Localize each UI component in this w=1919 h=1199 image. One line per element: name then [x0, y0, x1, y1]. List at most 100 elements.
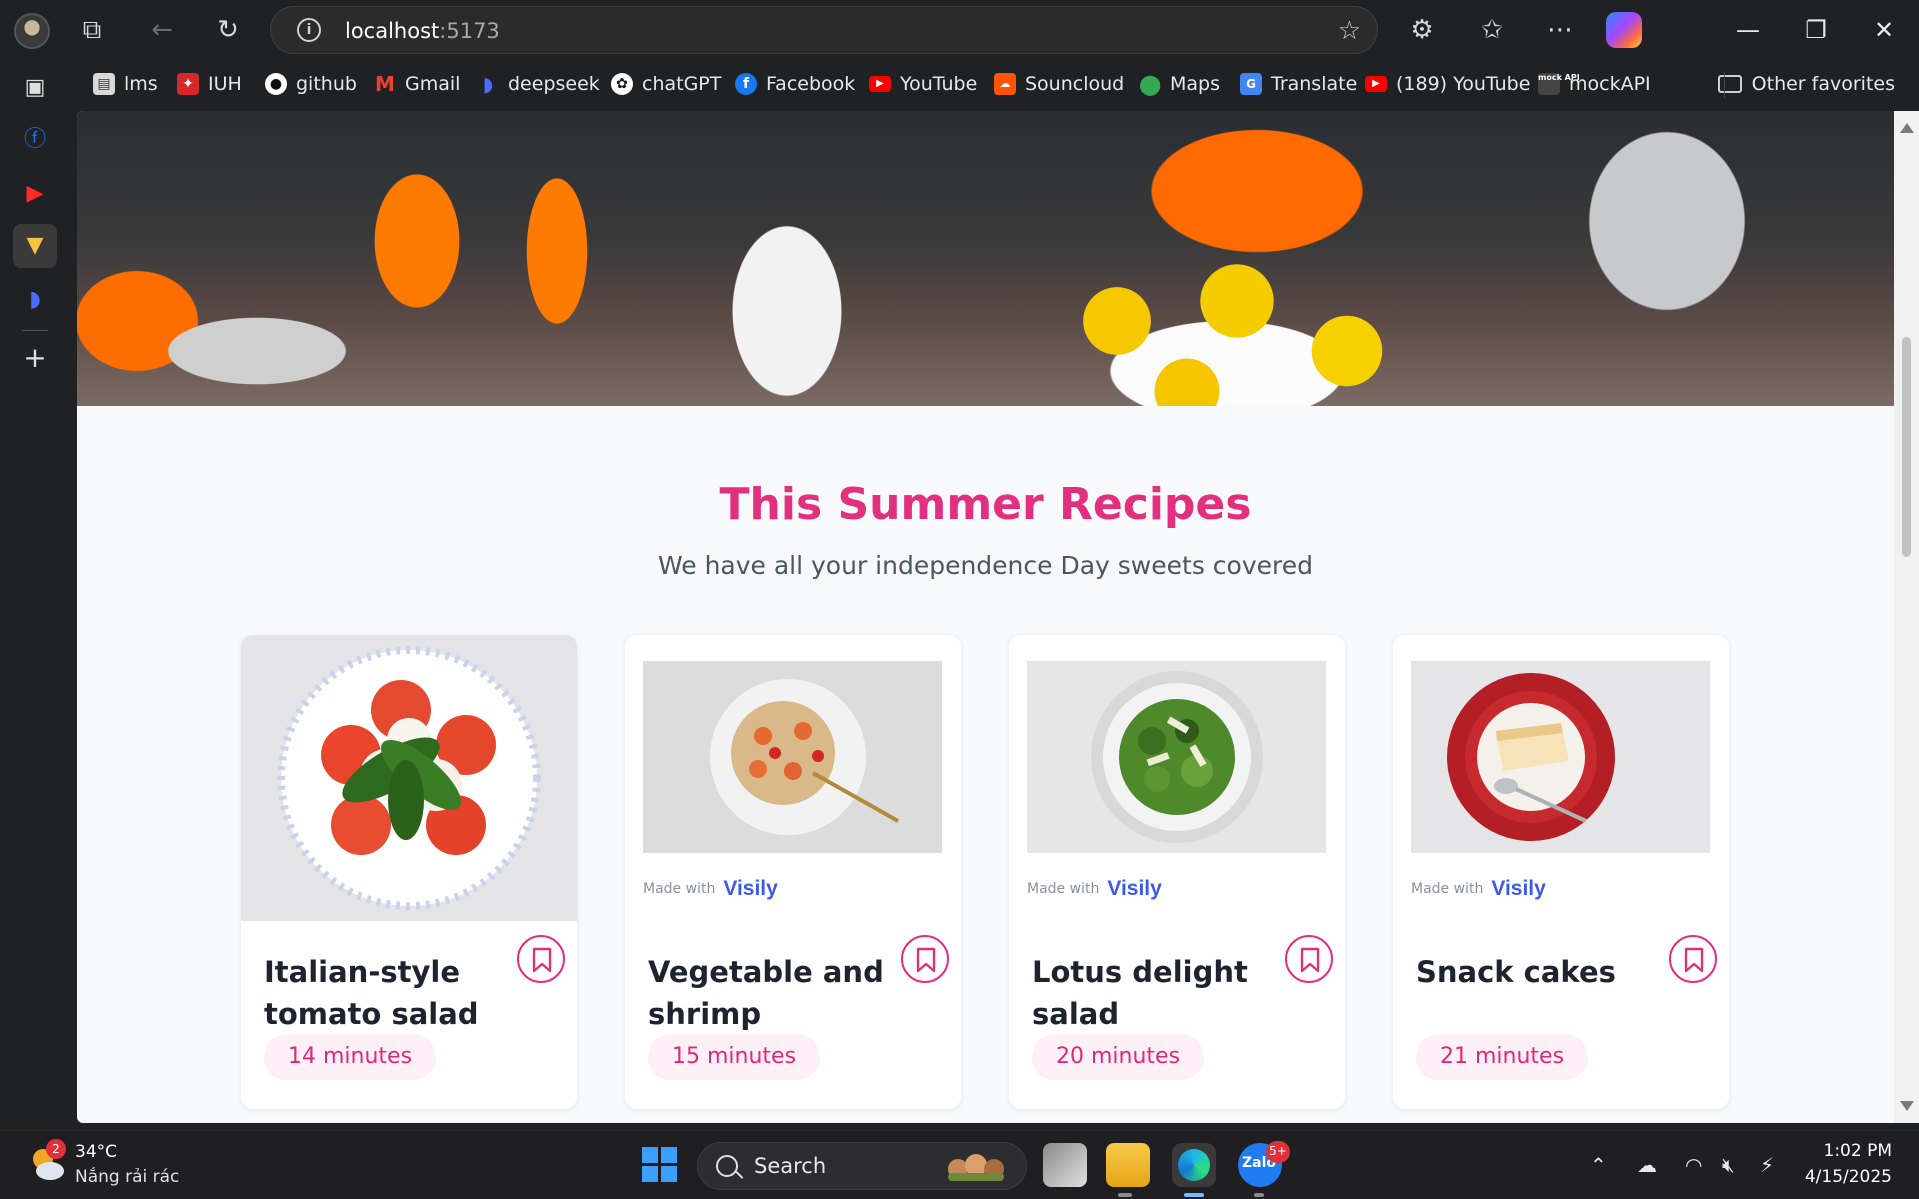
- wifi-icon[interactable]: ◠: [1685, 1153, 1702, 1177]
- clock-time[interactable]: 1:02 PM: [1800, 1141, 1893, 1161]
- sidebar-vite-icon[interactable]: ▼: [13, 224, 57, 268]
- back-arrow-icon[interactable]: ←: [144, 12, 180, 48]
- page-scrollbar[interactable]: [1894, 111, 1919, 1123]
- weather-temperature[interactable]: 34°C: [75, 1142, 117, 1162]
- favorites-icon[interactable]: ✩: [1474, 12, 1510, 48]
- add-sidebar-item-icon[interactable]: +: [13, 336, 57, 380]
- bookmark-button[interactable]: [1285, 935, 1333, 983]
- bookmark-button[interactable]: [901, 935, 949, 983]
- bookmark-button[interactable]: [1669, 935, 1717, 983]
- youtube-icon: ▶: [869, 76, 891, 92]
- close-window-button[interactable]: ✕: [1864, 10, 1904, 50]
- visily-logo: Visily: [1491, 877, 1546, 900]
- scroll-up-arrow-icon[interactable]: [1900, 123, 1914, 133]
- facebook-icon: f: [735, 73, 757, 95]
- bookmark-maps[interactable]: ⬤ Maps: [1139, 70, 1220, 98]
- page-viewport: This Summer Recipes We have all your ind…: [77, 111, 1894, 1123]
- bookmark-soundcloud[interactable]: ☁ Souncloud: [994, 70, 1124, 98]
- edge-logo: [1178, 1149, 1210, 1181]
- address-bar[interactable]: i localhost:5173 ☆: [270, 6, 1378, 54]
- visily-logo: Visily: [723, 877, 778, 900]
- recipe-card[interactable]: Made withVisily Vegetable and shrimp spa…: [625, 635, 961, 1109]
- show-hidden-icons[interactable]: ⌃: [1590, 1153, 1607, 1177]
- browser-sidebar: ▣ ⓕ ▶ ▼ ◗ +: [0, 60, 70, 1123]
- card-title[interactable]: Snack cakes: [1416, 951, 1656, 993]
- sidebar-deepseek-icon[interactable]: ◗: [13, 278, 57, 322]
- bookmark-github[interactable]: ● github: [265, 70, 357, 98]
- gmail-icon: M: [375, 72, 395, 96]
- site-info-icon[interactable]: i: [297, 18, 321, 42]
- other-favorites[interactable]: Other favorites: [1717, 70, 1895, 98]
- translate-icon: G: [1240, 73, 1262, 95]
- windows-start-icon[interactable]: [642, 1147, 678, 1183]
- tab-actions-icon[interactable]: ▣: [13, 66, 57, 110]
- url-text[interactable]: localhost:5173: [345, 19, 500, 43]
- bookmark-translate[interactable]: G Translate: [1240, 70, 1357, 98]
- section-title: This Summer Recipes: [719, 479, 1252, 530]
- recipe-card[interactable]: Made with Visily Snack cakes 21 minutes: [1393, 635, 1729, 1109]
- extensions-icon[interactable]: ⚙: [1404, 12, 1440, 48]
- restore-button[interactable]: ❐: [1796, 10, 1836, 50]
- tomato-salad-image: [241, 635, 577, 921]
- bookmark-button[interactable]: [517, 935, 565, 983]
- volume-muted-icon[interactable]: 🔇︎: [1722, 1153, 1735, 1177]
- scroll-down-arrow-icon[interactable]: [1900, 1101, 1914, 1111]
- search-label: Search: [754, 1154, 827, 1178]
- workspaces-icon[interactable]: ⧉: [74, 12, 110, 48]
- bookmark-gmail[interactable]: M Gmail: [374, 70, 460, 98]
- edge-browser-icon[interactable]: [1172, 1143, 1216, 1187]
- lotus-salad-image: [1027, 661, 1326, 853]
- favorite-star-icon[interactable]: ☆: [1338, 16, 1361, 46]
- weather-badge: 2: [46, 1139, 66, 1159]
- bookmark-lms[interactable]: ▤ lms: [93, 70, 158, 98]
- made-with-label: Made with Visily: [1027, 877, 1162, 900]
- card-title[interactable]: Italian-style tomato salad: [264, 951, 504, 1035]
- file-explorer-icon[interactable]: [1106, 1143, 1150, 1187]
- copilot-icon[interactable]: [1606, 12, 1642, 48]
- onedrive-icon[interactable]: ☁: [1637, 1153, 1657, 1177]
- snack-cakes-image: [1411, 661, 1710, 853]
- bookmark-youtube-189[interactable]: ▶ (189) YouTube: [1365, 70, 1530, 98]
- cook-time-badge: 14 minutes: [264, 1034, 437, 1080]
- browser-titlebar: ⧉ ← ↻ i localhost:5173 ☆ ⚙ ✩ ⋯ — ❐ ✕: [0, 0, 1919, 60]
- search-highlight-illustration: [948, 1154, 1004, 1181]
- made-with-label: Made with Visily: [643, 877, 778, 900]
- weather-description[interactable]: Nắng rải rác: [75, 1167, 179, 1187]
- cook-time-badge: 20 minutes: [1032, 1034, 1205, 1080]
- scroll-thumb[interactable]: [1902, 337, 1911, 557]
- windows-taskbar: 2 34°C Nắng rải rác Search Zalo 5+ ⌃ ☁ ◠…: [0, 1130, 1919, 1199]
- visily-logo: Visily: [1107, 877, 1162, 900]
- lms-icon: ▤: [93, 73, 115, 95]
- bookmarks-divider: [1724, 72, 1725, 98]
- recipe-card[interactable]: Italian-style tomato salad 14 minutes: [241, 635, 577, 1109]
- chatgpt-icon: ✿: [611, 73, 633, 95]
- sidebar-facebook-icon[interactable]: ⓕ: [13, 118, 57, 162]
- bookmark-icon: [916, 947, 936, 973]
- bookmark-iuh[interactable]: ✦ IUH: [177, 70, 242, 98]
- bookmark-youtube[interactable]: ▶ YouTube: [869, 70, 977, 98]
- edge-active-indicator: [1184, 1193, 1204, 1197]
- cook-time-badge: 21 minutes: [1416, 1034, 1589, 1080]
- task-view-icon[interactable]: [1043, 1143, 1087, 1187]
- more-options-icon[interactable]: ⋯: [1542, 12, 1578, 48]
- minimize-button[interactable]: —: [1728, 10, 1768, 50]
- deepseek-icon: ◗: [482, 72, 494, 96]
- card-title[interactable]: Lotus delight salad: [1032, 951, 1272, 1035]
- battery-charging-icon[interactable]: ⚡: [1760, 1153, 1774, 1177]
- refresh-icon[interactable]: ↻: [210, 12, 246, 48]
- recipe-card[interactable]: Made with Visily Lotus delight salad 20 m…: [1009, 635, 1345, 1109]
- iuh-icon: ✦: [177, 73, 199, 95]
- made-with-label: Made with Visily: [1411, 877, 1546, 900]
- taskbar-search-box[interactable]: Search: [697, 1142, 1027, 1190]
- bookmark-deepseek[interactable]: ◗ deepseek: [477, 70, 600, 98]
- sidebar-divider: [22, 330, 48, 331]
- bookmark-icon: [1300, 947, 1320, 973]
- bookmark-mockapi[interactable]: mock API mockAPI: [1538, 70, 1651, 98]
- bookmark-facebook[interactable]: f Facebook: [735, 70, 855, 98]
- folder-icon: [1717, 75, 1742, 93]
- bookmarks-bar: ▤ lms ✦ IUH ● github M Gmail ◗ deepseek ✿ chat…: [70, 64, 1919, 104]
- bookmark-chatgpt[interactable]: ✿ chatGPT: [611, 70, 721, 98]
- clock-date[interactable]: 4/15/2025: [1790, 1167, 1892, 1187]
- sidebar-youtube-icon[interactable]: ▶: [13, 172, 57, 216]
- profile-avatar[interactable]: [14, 13, 50, 49]
